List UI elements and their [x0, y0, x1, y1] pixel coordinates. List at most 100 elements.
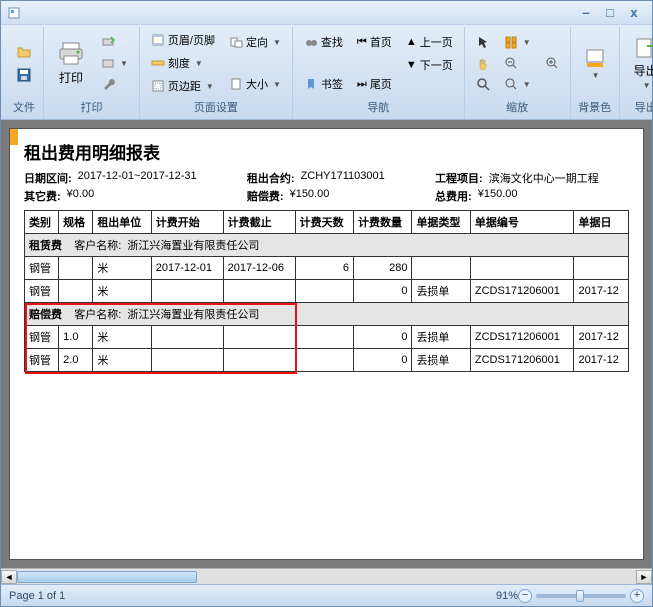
- floppy-disk-icon: [16, 67, 32, 83]
- scroll-thumb[interactable]: [17, 571, 197, 583]
- zoom-in-icon: [545, 56, 559, 70]
- ribbon-label-file: 文件: [11, 97, 37, 117]
- header-footer-icon: [151, 33, 165, 47]
- export-label: 导出: [634, 62, 653, 79]
- table-row: 钢管2.0米0丢损单ZCDS1712060012017-12: [25, 349, 629, 372]
- paint-bucket-icon: [584, 47, 606, 69]
- quick-print-icon: [101, 35, 115, 49]
- col-header: 租出单位: [93, 211, 151, 234]
- col-header: 类别: [25, 211, 59, 234]
- size-button[interactable]: 大小▼: [224, 73, 286, 95]
- hand-icon: [476, 56, 490, 70]
- zoom-slider[interactable]: [536, 594, 626, 598]
- page-indicator: Page 1 of 1: [9, 590, 65, 602]
- margins-icon: [151, 79, 165, 93]
- margins-button[interactable]: 页边距▼: [146, 75, 220, 97]
- print-dialog-icon: [101, 56, 115, 70]
- arrow-up-icon: ▲: [406, 36, 417, 48]
- find-button[interactable]: 查找: [299, 31, 348, 53]
- prev-page-button[interactable]: ▲上一页: [401, 31, 458, 53]
- save-button[interactable]: [11, 64, 37, 86]
- folder-open-icon: [16, 44, 32, 60]
- titlebar: – □ x: [1, 1, 652, 25]
- ribbon-label-print: 打印: [50, 97, 133, 117]
- ribbon-label-page-setup: 页面设置: [146, 97, 286, 117]
- zoom-minus-button[interactable]: −: [518, 589, 532, 603]
- col-header: 单据类型: [412, 211, 470, 234]
- zoom-out-button[interactable]: [499, 53, 536, 73]
- open-button[interactable]: [11, 41, 37, 63]
- print-settings-button[interactable]: [96, 74, 133, 94]
- col-header: 计费截止: [223, 211, 295, 234]
- many-pages-button[interactable]: ▼: [499, 32, 536, 52]
- scroll-right-button[interactable]: ►: [636, 570, 652, 584]
- zoom-percent: 91%: [496, 590, 518, 602]
- ribbon-group-page-setup: 页眉/页脚 刻度▼ 页边距▼ 定向▼ x 大小▼ 页面设置: [140, 27, 293, 119]
- print-button[interactable]: 打印: [50, 36, 92, 91]
- print-options-button[interactable]: ▼: [96, 53, 133, 73]
- chevron-down-icon: ▼: [273, 38, 281, 47]
- scroll-left-button[interactable]: ◄: [1, 570, 17, 584]
- table-row: 钢管米0丢损单ZCDS1712060012017-12: [25, 280, 629, 303]
- magnifier-button[interactable]: [471, 74, 495, 94]
- export-icon: [633, 36, 653, 60]
- report-table: 类别规格租出单位计费开始计费截止计费天数计费数量单据类型单据编号单据日租赁费 客…: [24, 210, 629, 372]
- ribbon-group-file: 文件: [5, 27, 44, 119]
- horizontal-scrollbar[interactable]: ◄ ►: [1, 568, 652, 584]
- orientation-button[interactable]: 定向▼: [224, 31, 286, 53]
- last-page-button[interactable]: ⏭尾页: [352, 73, 397, 95]
- scroll-track[interactable]: [17, 570, 636, 584]
- export-button[interactable]: 导出 ▼: [626, 31, 653, 95]
- print-label: 打印: [59, 69, 83, 86]
- quick-print-button[interactable]: [96, 32, 133, 52]
- ribbon-label-nav: 导航: [299, 97, 458, 117]
- zoom-control: − +: [518, 589, 644, 603]
- chevron-down-icon: ▼: [523, 80, 531, 89]
- col-header: 计费天数: [295, 211, 353, 234]
- app-icon: [7, 6, 21, 20]
- col-header: 计费开始: [151, 211, 223, 234]
- ribbon-group-export: 导出 ▼ 导出: [620, 27, 653, 119]
- report-title: 租出费用明细报表: [10, 129, 643, 170]
- next-page-button[interactable]: ▼下一页: [401, 54, 458, 76]
- close-button[interactable]: x: [622, 5, 646, 21]
- chevron-down-icon: ▼: [592, 71, 600, 80]
- chevron-down-icon: ▼: [120, 59, 128, 68]
- cursor-icon: [476, 35, 490, 49]
- pointer-tool-button[interactable]: [471, 32, 495, 52]
- table-row: 钢管1.0米0丢损单ZCDS1712060012017-12: [25, 326, 629, 349]
- zoom-plus-button[interactable]: +: [630, 589, 644, 603]
- search-icon: [476, 77, 490, 91]
- first-page-button[interactable]: ⏮首页: [352, 31, 397, 53]
- minimize-button[interactable]: –: [574, 5, 598, 21]
- zoom-level-button[interactable]: ▼: [499, 74, 536, 94]
- chevron-down-icon: ▼: [206, 82, 214, 91]
- bookmarks-button[interactable]: 书签: [299, 73, 348, 95]
- orientation-icon: [229, 35, 243, 49]
- ribbon-group-print: 打印 ▼ 打印: [44, 27, 140, 119]
- zoom-out-icon: [504, 56, 518, 70]
- page-size-icon: [229, 77, 243, 91]
- document-area: 租出费用明细报表 日期区间:2017-12-01~2017-12-31 租出合约…: [1, 120, 652, 568]
- background-color-button[interactable]: ▼: [577, 42, 613, 85]
- group-row: 租赁费 客户名称: 浙江兴海置业有限责任公司: [25, 234, 629, 257]
- col-header: 规格: [59, 211, 93, 234]
- binoculars-icon: [304, 35, 318, 49]
- arrow-down-icon: ▼: [406, 59, 417, 71]
- chevron-down-icon: ▼: [523, 38, 531, 47]
- report-page: 租出费用明细报表 日期区间:2017-12-01~2017-12-31 租出合约…: [9, 128, 644, 560]
- chevron-down-icon: ▼: [273, 80, 281, 89]
- hand-tool-button[interactable]: [471, 53, 495, 73]
- zoom-in-button[interactable]: [540, 53, 564, 73]
- ribbon-label-export: 导出: [626, 97, 653, 117]
- zoom-slider-thumb[interactable]: [576, 590, 584, 602]
- statusbar: Page 1 of 1 91% − +: [1, 584, 652, 606]
- page-marker: [10, 129, 18, 145]
- group-row: 赔偿费 客户名称: 浙江兴海置业有限责任公司: [25, 303, 629, 326]
- maximize-button[interactable]: □: [598, 5, 622, 21]
- chevron-down-icon: ▼: [195, 59, 203, 68]
- ribbon-label-zoom: 缩放: [471, 97, 564, 117]
- header-footer-button[interactable]: 页眉/页脚: [146, 29, 220, 51]
- scale-button[interactable]: 刻度▼: [146, 52, 220, 74]
- multi-page-icon: [504, 35, 518, 49]
